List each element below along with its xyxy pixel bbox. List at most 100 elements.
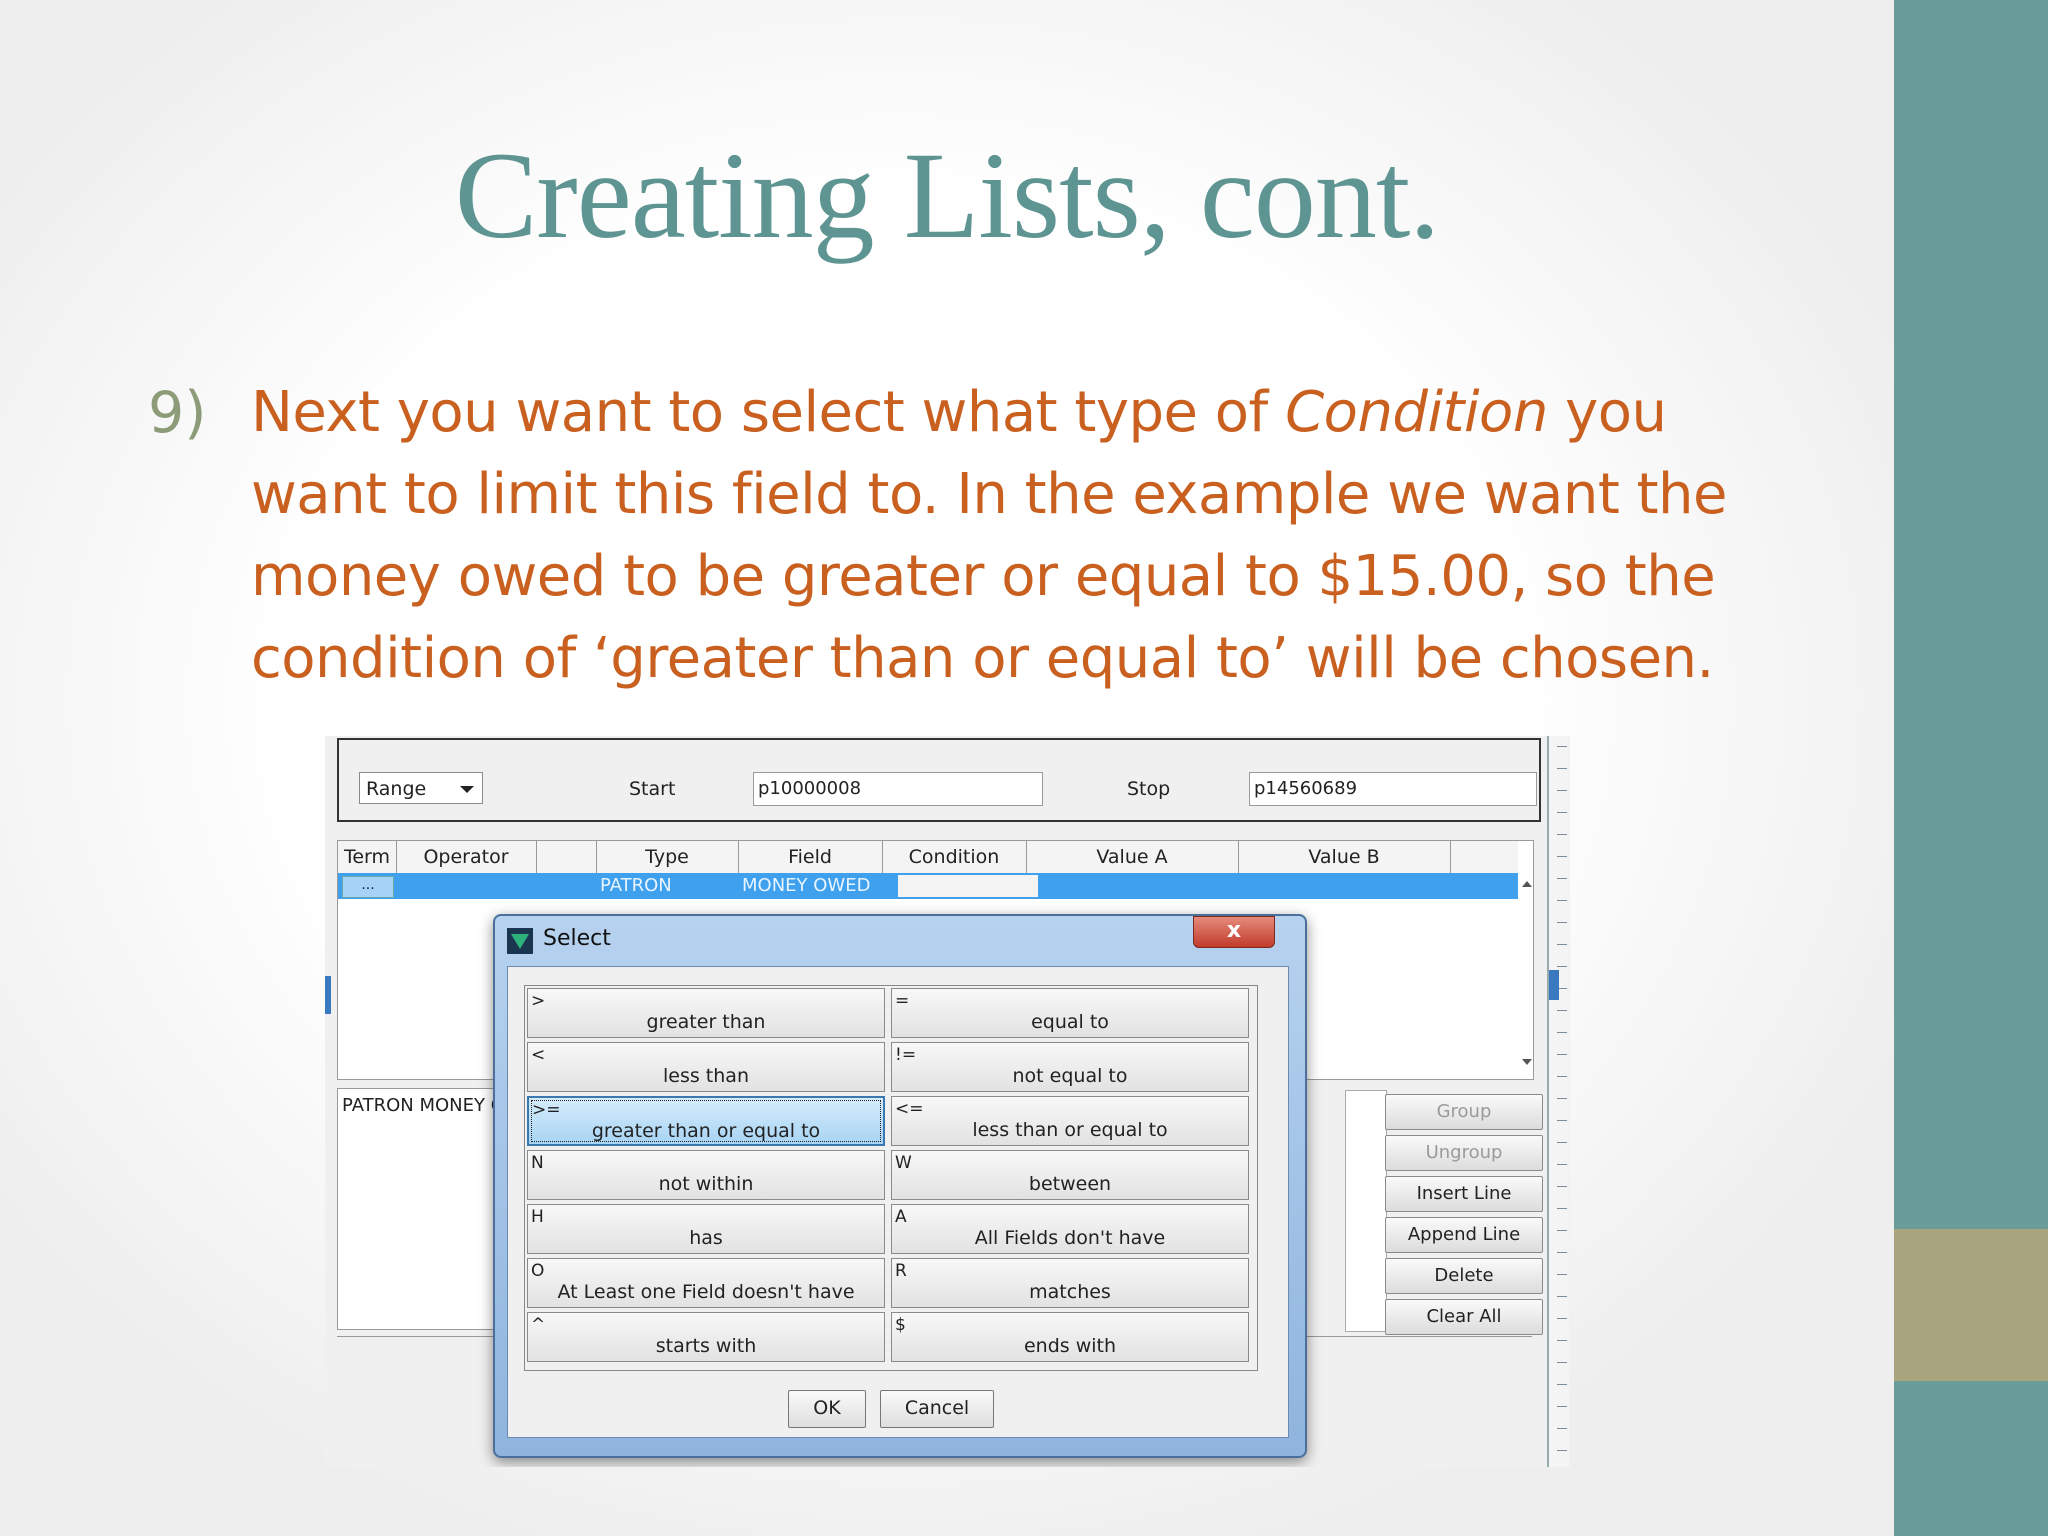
bullet-text: Next you want to select what type of Con… — [251, 372, 1761, 700]
cancel-button[interactable]: Cancel — [880, 1390, 994, 1428]
condition-has-button[interactable]: Hhas — [527, 1204, 885, 1254]
frame-tick — [1557, 900, 1567, 901]
condition-symbol: = — [895, 991, 910, 1011]
condition-label: less than — [663, 1065, 749, 1087]
condition-label: All Fields don't have — [974, 1227, 1166, 1249]
frame-tick — [1557, 1340, 1567, 1341]
condition-not-within-button[interactable]: Nnot within — [527, 1150, 885, 1200]
condition-symbol: < — [531, 1045, 546, 1065]
condition-not-equal-to-button[interactable]: != not equal to — [891, 1042, 1249, 1092]
term-button[interactable]: ... — [342, 876, 394, 898]
window-right-edge — [1547, 736, 1569, 1467]
condition-label: greater than — [646, 1011, 766, 1033]
condition-at-least-one-field-doesnt-have-button[interactable]: O At Least one Field doesn't have — [527, 1258, 885, 1308]
condition-button-grid: > greater than = equal to < less than != not eq… — [524, 985, 1258, 1371]
condition-between-button[interactable]: Wbetween — [891, 1150, 1249, 1200]
header-field[interactable]: Field — [738, 841, 883, 873]
frame-tick — [1557, 1032, 1567, 1033]
frame-tick — [1557, 790, 1567, 791]
ok-button[interactable]: OK — [788, 1390, 866, 1428]
frame-tick — [1557, 856, 1567, 857]
header-value-a[interactable]: Value A — [1026, 841, 1239, 873]
header-term[interactable]: Term — [338, 841, 397, 873]
condition-label: At Least one Field doesn't have — [557, 1281, 855, 1303]
condition-greater-than-button[interactable]: > greater than — [527, 988, 885, 1038]
select-dialog: Select x > greater than = equal to < less tha… — [493, 914, 1307, 1458]
clear-all-button[interactable]: Clear All — [1385, 1299, 1543, 1335]
ungroup-button[interactable]: Ungroup — [1385, 1135, 1543, 1171]
insert-line-button[interactable]: Insert Line — [1385, 1176, 1543, 1212]
condition-label: greater than or equal to — [591, 1120, 821, 1142]
range-dropdown-value: Range — [366, 778, 427, 800]
frame-tick — [1557, 1076, 1567, 1077]
condition-symbol: >= — [532, 1100, 561, 1120]
frame-tick — [1557, 768, 1567, 769]
condition-symbol: W — [895, 1153, 912, 1173]
header-condition[interactable]: Condition — [882, 841, 1027, 873]
group-button[interactable]: Group — [1385, 1094, 1543, 1130]
criteria-side-scrollbar[interactable] — [1345, 1090, 1387, 1332]
row-condition-cell[interactable] — [898, 875, 1038, 897]
frame-tick — [1557, 1362, 1567, 1363]
condition-label: matches — [1029, 1281, 1111, 1303]
condition-label: not equal to — [1012, 1065, 1128, 1087]
condition-symbol: <= — [895, 1099, 924, 1119]
delete-button[interactable]: Delete — [1385, 1258, 1543, 1294]
scroll-up-icon[interactable] — [1522, 881, 1532, 887]
condition-symbol: != — [895, 1045, 917, 1065]
header-value-b[interactable]: Value B — [1238, 841, 1451, 873]
condition-all-fields-dont-have-button[interactable]: A All Fields don't have — [891, 1204, 1249, 1254]
condition-matches-button[interactable]: Rmatches — [891, 1258, 1249, 1308]
grid-header: Term Operator Type Field Condition Value… — [338, 841, 1518, 874]
app-screenshot: Range Start p10000008 Stop p14560689 Ter… — [325, 736, 1570, 1467]
app-logo-icon — [507, 928, 533, 954]
frame-tick — [1557, 1010, 1567, 1011]
dialog-title: Select — [543, 926, 611, 951]
condition-symbol: $ — [895, 1315, 906, 1335]
condition-greater-than-or-equal-to-button[interactable]: >= greater than or equal to — [527, 1096, 885, 1146]
header-blank[interactable] — [536, 841, 597, 873]
frame-tick — [1557, 878, 1567, 879]
frame-tick — [1557, 966, 1567, 967]
condition-symbol: A — [895, 1207, 907, 1227]
range-panel: Range Start p10000008 Stop p14560689 — [337, 738, 1541, 822]
condition-label: equal to — [1031, 1011, 1109, 1033]
condition-label: has — [689, 1227, 723, 1249]
start-label: Start — [629, 778, 676, 800]
chevron-down-icon — [460, 786, 474, 793]
frame-tick — [1557, 1208, 1567, 1209]
dialog-body: > greater than = equal to < less than != not eq… — [507, 966, 1289, 1438]
frame-tick — [1557, 1384, 1567, 1385]
frame-tick — [1557, 1296, 1567, 1297]
table-row[interactable]: ... PATRON MONEY OWED — [338, 873, 1518, 899]
range-dropdown[interactable]: Range — [359, 772, 483, 804]
frame-tick — [1557, 1406, 1567, 1407]
bullet-text-italic: Condition — [1285, 380, 1548, 445]
frame-tick — [1557, 1120, 1567, 1121]
close-button[interactable]: x — [1193, 916, 1275, 948]
grid-scrollbar[interactable] — [1522, 873, 1532, 1073]
window-left-accent — [325, 976, 331, 1014]
condition-ends-with-button[interactable]: $ ends with — [891, 1312, 1249, 1362]
row-type: PATRON — [600, 875, 672, 896]
slide-title: Creating Lists, cont. — [454, 127, 1441, 264]
condition-label: ends with — [1023, 1335, 1117, 1357]
condition-equal-to-button[interactable]: = equal to — [891, 988, 1249, 1038]
close-icon: x — [1226, 918, 1242, 943]
condition-less-than-or-equal-to-button[interactable]: <= less than or equal to — [891, 1096, 1249, 1146]
frame-tick — [1557, 1230, 1567, 1231]
scroll-down-icon[interactable] — [1522, 1059, 1532, 1065]
bullet-number: 9) — [148, 380, 207, 446]
frame-tick — [1557, 834, 1567, 835]
frame-tick — [1557, 1054, 1567, 1055]
condition-starts-with-button[interactable]: ^ starts with — [527, 1312, 885, 1362]
start-input[interactable]: p10000008 — [753, 772, 1043, 806]
condition-symbol: R — [895, 1261, 907, 1281]
stop-input[interactable]: p14560689 — [1249, 772, 1537, 806]
condition-label: less than or equal to — [972, 1119, 1168, 1141]
frame-tick — [1557, 1186, 1567, 1187]
header-operator[interactable]: Operator — [396, 841, 537, 873]
condition-less-than-button[interactable]: < less than — [527, 1042, 885, 1092]
header-type[interactable]: Type — [596, 841, 739, 873]
append-line-button[interactable]: Append Line — [1385, 1217, 1543, 1253]
